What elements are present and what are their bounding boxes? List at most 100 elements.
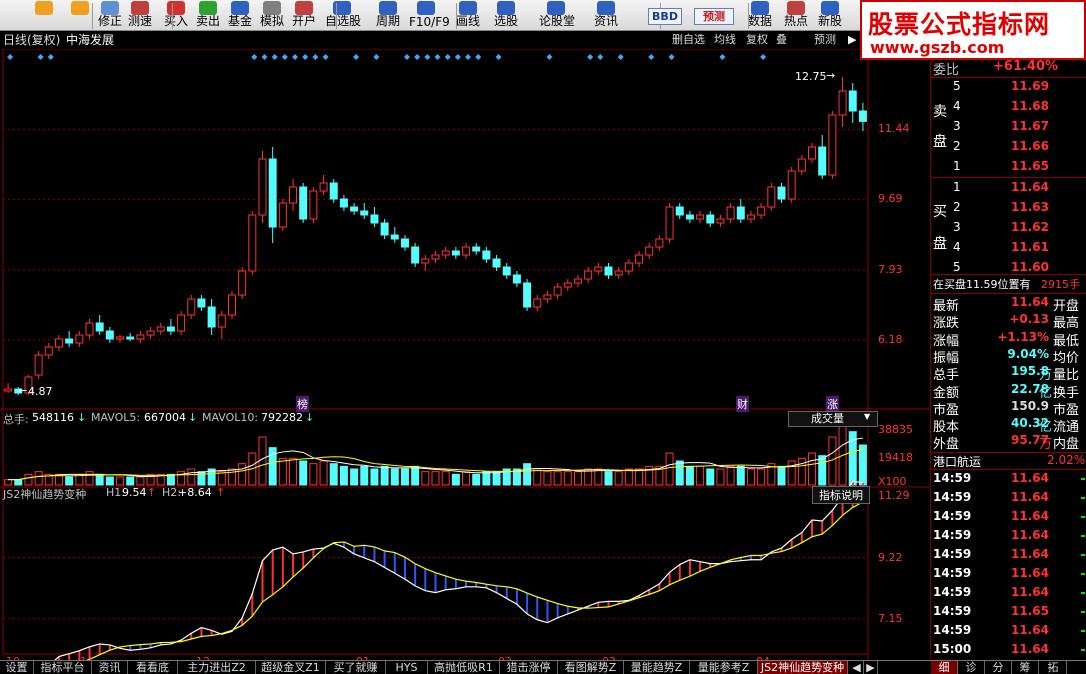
toolbar-label: 资讯 [593,14,618,28]
stock-name: 中海发展 [66,33,115,47]
bottom-tab-11[interactable]: 量能趋势Z [624,661,690,674]
candlestick-series [4,77,867,395]
quote-value: 150.9 [1011,398,1049,413]
volume-bar [390,468,399,486]
bbd-button[interactable]: BBD [648,8,682,25]
candle-body [818,146,827,176]
toolbar-button-0[interactable] [27,0,61,31]
period-label[interactable]: 日线(复权) [3,31,60,49]
volume-bar [370,468,379,486]
kline-chart-area[interactable] [0,49,930,660]
bottom-tab-9[interactable]: 猎击涨停 [500,661,558,674]
low-price-label: 4.87 [28,385,53,399]
toolbar-button-13[interactable]: 选股 [489,0,523,31]
toolbar-label: 自选股 [325,14,362,28]
tick-price: 11.64 [1011,471,1049,485]
header-button-0[interactable]: 删自选 [670,31,707,49]
header-button-1[interactable]: 均线 [712,31,738,49]
candle-body [4,388,13,392]
volume-bar [533,468,542,486]
forecast-button[interactable]: 预测 [694,8,734,25]
panel-tab-2[interactable]: 分 [985,661,1012,674]
tick-time: 14:59 [933,604,972,618]
header-arrow-icon[interactable]: ▶ [846,31,859,49]
candle-body [736,206,745,220]
bottom-tab-2[interactable]: 资讯 [92,661,128,674]
volume-bar [553,471,562,486]
toolbar-button-17[interactable]: 热点 [779,0,813,31]
tick-time: 14:59 [933,528,972,542]
header-button-2[interactable]: 复权 [744,31,770,49]
candle-body [797,158,806,172]
toolbar-button-5[interactable]: 卖出 [191,0,225,31]
candle-body [746,214,755,220]
indicator-bars [57,481,864,660]
buy-price: 11.60 [1011,260,1049,274]
bottom-tab-10[interactable]: 看图解势Z [558,661,624,674]
bottom-tab-7[interactable]: HYS [386,661,428,674]
panel-tab-4[interactable]: 拓 [1040,661,1067,674]
toolbar-button-11[interactable]: F10/F9 [409,0,450,31]
bottom-tab-5[interactable]: 超级金叉Z1 [256,661,326,674]
header-button-4[interactable]: 预测 [812,31,838,49]
bottom-tab-3[interactable]: 看看底 [128,661,178,674]
toolbar-button-3[interactable]: 测速 [123,0,157,31]
toolbar-button-10[interactable]: 周期 [371,0,405,31]
toolbar-button-8[interactable]: 开户 [287,0,321,31]
candle-body [116,336,125,340]
candle-body [757,206,766,216]
bottom-tab-13[interactable]: JS2神仙趋势变种 [758,661,848,674]
arrow-left-icon[interactable]: ◀ [850,661,864,674]
bottom-tab-4[interactable]: 主力进出Z2 [178,661,256,674]
bottom-tab-1[interactable]: 指标平台 [34,661,92,674]
sell-side-label: 盘 [933,134,947,150]
panel-tab-0[interactable]: 细 [931,661,958,674]
candle-body [400,238,409,248]
mavol5-label: MAVOL5: [91,411,141,424]
candle-body [573,278,582,284]
quote-unit: 万 [1039,368,1053,384]
order-ratio-label: 委比 [933,63,960,78]
panel-tab-3[interactable]: 筹 [1012,661,1039,674]
volume-bar [136,476,145,486]
quote-key-2: 市盈 [1053,402,1080,418]
header-button-3[interactable]: 叠 [774,31,789,49]
toolbar-button-14[interactable]: 论股堂 [539,0,575,31]
bottom-tab-12[interactable]: 量能参考Z [690,661,758,674]
signal-diamond-icon [424,54,431,60]
volume-bar [777,465,786,486]
candle-body [258,158,267,216]
volume-bar [4,479,13,486]
panel-tab-1[interactable]: 诊 [958,661,985,674]
bottom-tab-0[interactable]: 设置 [0,661,34,674]
toolbar-button-4[interactable]: 买入 [159,0,193,31]
indicator-help-button[interactable]: 指标说明 [812,486,870,504]
toolbar-button-6[interactable]: 基金 [223,0,257,31]
volume-bar [34,471,43,486]
toolbar-button-18[interactable]: 新股 [813,0,847,31]
signal-diamond-icon [271,54,278,60]
watermark-title: 股票公式指标网 [868,10,1051,39]
tick-time: 14:59 [933,547,972,561]
candle-body [492,258,501,268]
toolbar-button-9[interactable]: 自选股 [325,0,362,31]
toolbar-button-7[interactable]: 模拟 [255,0,289,31]
candle-body [54,338,63,348]
quote-value: 11.64 [1011,295,1049,309]
bottom-tab-bar: 设置 指标平台 资讯 看看底 主力进出Z2 超级金叉Z1 买了就赚 HYS 高抛低吸R1 猎击涨停… [0,660,1086,674]
bottom-tab-8[interactable]: 高抛低吸R1 [428,661,500,674]
candle-body [462,246,471,256]
volume-axis-label: 19418 [878,451,913,464]
quote-key-2: 内盘 [1053,437,1080,453]
toolbar-separator [456,3,457,29]
candle-body [268,158,277,228]
toolbar-button-15[interactable]: 资讯 [589,0,623,31]
candle-body [604,266,613,276]
volume-bar [675,460,684,486]
volume-bar [400,468,409,486]
event-marker-0: 榜 [296,396,309,412]
sell-level: 3 [953,119,961,133]
arrow-right-icon[interactable]: ▶ [864,661,878,674]
toolbar-button-2[interactable]: 修正 [93,0,127,31]
bottom-tab-6[interactable]: 买了就赚 [326,661,386,674]
